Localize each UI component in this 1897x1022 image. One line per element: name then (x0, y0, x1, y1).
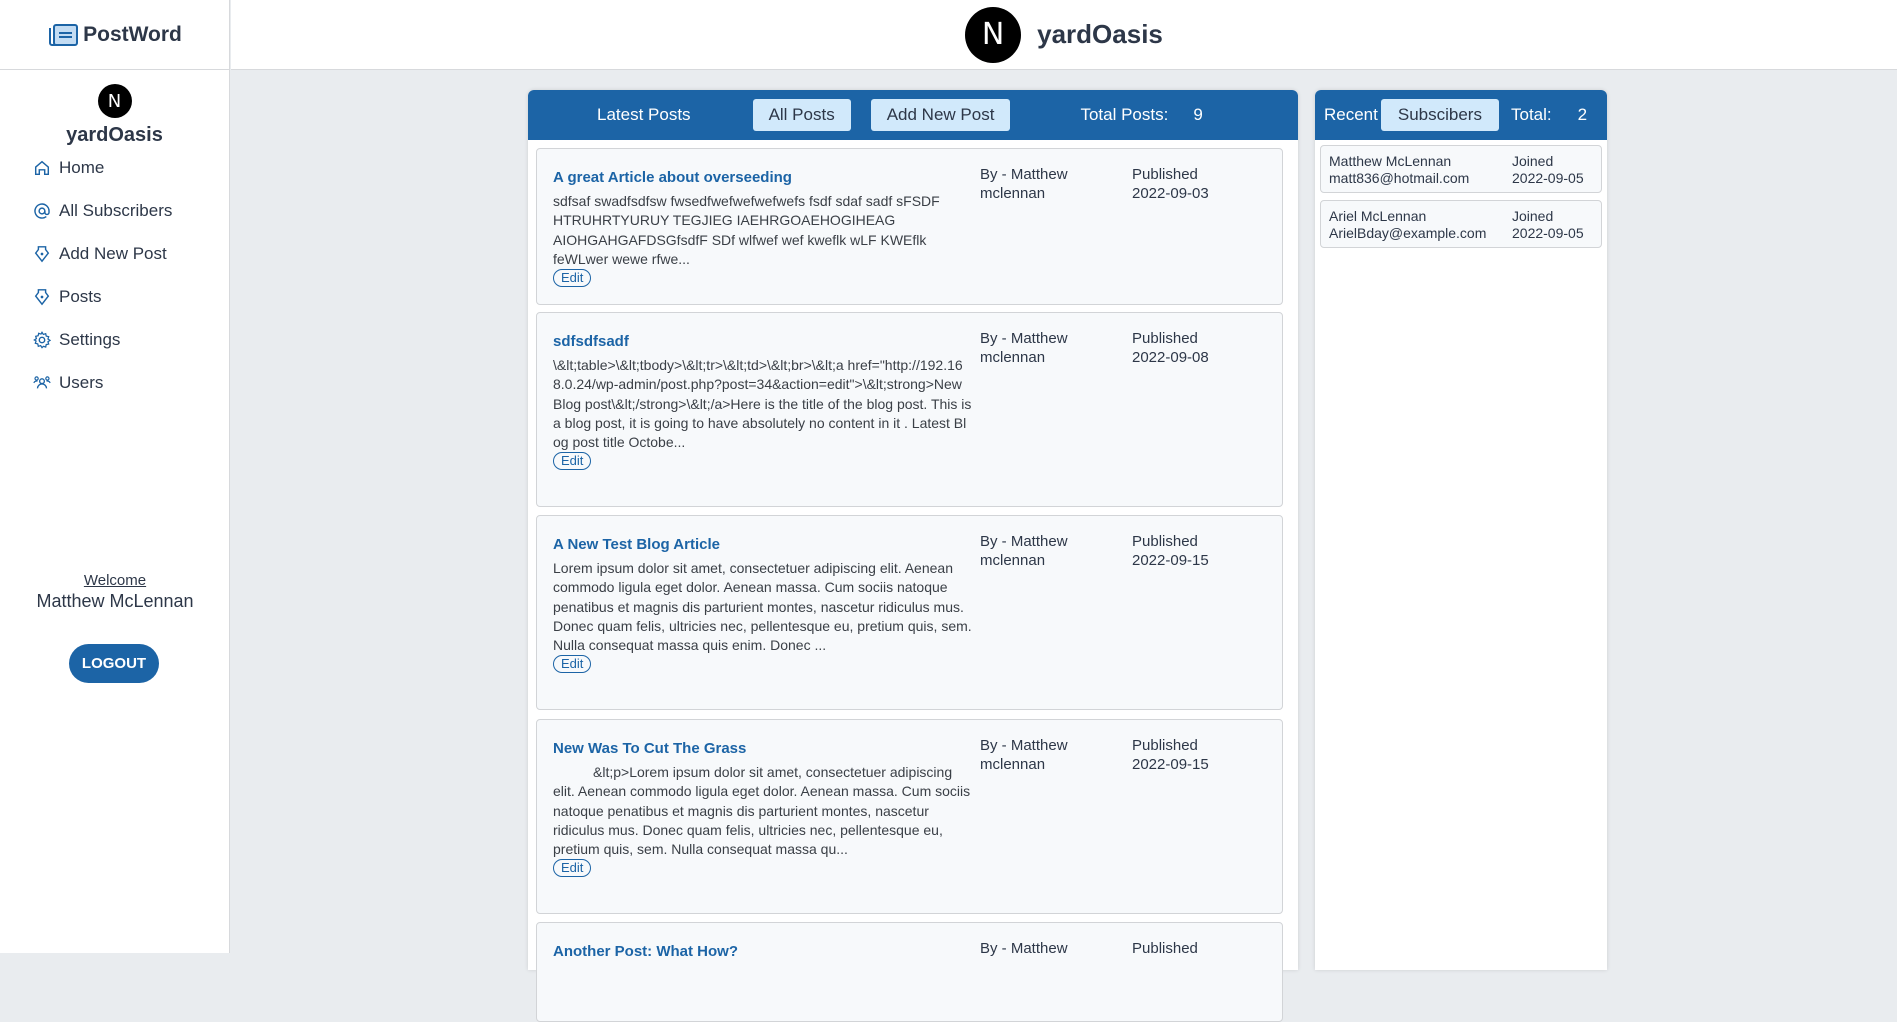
sidebar-item-label: Settings (59, 329, 121, 349)
site-title: yardOasis (1037, 19, 1163, 49)
author-line: By - Matthew (980, 940, 1068, 957)
published-date: 2022-09-15 (1132, 552, 1209, 569)
sidebar-item-users[interactable]: Users (0, 354, 229, 411)
subs-total-label: Total: (1510, 105, 1552, 124)
author-line: By - Matthew (980, 737, 1068, 754)
post-excerpt: sdfsaf swadfsdfsw fwsedfwefwefwefwefs fs… (553, 193, 940, 267)
post-card: A great Article about overseeding sdfsaf… (536, 148, 1283, 305)
published-label: Published (1132, 166, 1198, 183)
joined-date: 2022-09-05 (1512, 225, 1584, 241)
recent-label: Recent (1324, 105, 1378, 124)
all-posts-button[interactable]: All Posts (752, 99, 851, 131)
at-icon (34, 202, 50, 219)
post-author: By - Matthew mclennan (980, 736, 1090, 774)
post-published: Published 2022-09-15 (1132, 532, 1209, 570)
gear-icon (33, 330, 51, 349)
post-excerpt: Lorem ipsum dolor sit amet, consectetuer… (553, 560, 972, 654)
post-author: By - Matthew (980, 939, 1090, 958)
sidebar-item-label: Home (59, 157, 105, 177)
post-title[interactable]: New Was To Cut The Grass (553, 740, 973, 757)
logout-button[interactable]: LOGOUT (69, 644, 159, 683)
edit-button[interactable]: Edit (553, 655, 592, 674)
site-logo: N (97, 84, 132, 118)
author-line: By - Matthew (980, 166, 1068, 183)
post-author: By - Matthew mclennan (980, 532, 1090, 570)
post-card: New Was To Cut The Grass &lt;p>Lorem ips… (536, 719, 1283, 914)
post-title[interactable]: A great Article about overseeding (553, 169, 973, 186)
latest-posts-panel: Latest Posts All Posts Add New Post Tota… (528, 90, 1298, 1022)
subscriber-email: matt836@hotmail.com (1329, 170, 1470, 186)
site-logo: N (965, 6, 1022, 63)
subs-panel-header: Recent Subscibers Total: 2 (1315, 90, 1607, 140)
post-published: Published 2022-09-08 (1132, 329, 1209, 367)
recent-subscribers-panel: Recent Subscibers Total: 2 Matthew McLen… (1315, 90, 1607, 970)
sidebar-item-label: Users (59, 372, 104, 392)
sidebar-item-label: Posts (59, 286, 102, 306)
logo-letter: N (981, 17, 1005, 52)
sidebar: PostWord N yardOasis Home All Subscriber… (0, 0, 230, 953)
brand-logo[interactable]: PostWord (0, 0, 229, 70)
post-published: Published (1132, 939, 1198, 958)
post-card: A New Test Blog Article Lorem ipsum dolo… (536, 515, 1283, 710)
sidebar-nav: Home All Subscribers Add New Post Posts … (0, 139, 229, 411)
post-excerpt: \&lt;table>\&lt;tbody>\&lt;tr>\&lt;td>\&… (553, 357, 972, 451)
published-date: 2022-09-15 (1132, 756, 1209, 773)
total-posts-value: 9 (1193, 105, 1203, 124)
author-line: By - Matthew (980, 533, 1068, 550)
post-author: By - Matthew mclennan (980, 329, 1090, 367)
subscriber-item[interactable]: Matthew McLennan matt836@hotmail.com Join… (1320, 145, 1602, 193)
edit-button[interactable]: Edit (553, 452, 592, 471)
latest-posts-heading: Latest Posts (597, 105, 691, 124)
top-header: N yardOasis (231, 0, 1897, 70)
post-published: Published 2022-09-03 (1132, 165, 1209, 203)
edit-button[interactable]: Edit (553, 269, 592, 288)
post-title[interactable]: A New Test Blog Article (553, 536, 973, 553)
sidebar-item-label: Add New Post (59, 243, 167, 263)
subs-total-value: 2 (1577, 105, 1588, 124)
subscriber-email: ArielBday@example.com (1329, 225, 1487, 241)
post-author: By - Matthew mclennan (980, 165, 1090, 203)
home-icon (34, 160, 50, 175)
author-line: By - Matthew (980, 330, 1068, 347)
post-excerpt: &lt;p>Lorem ipsum dolor sit amet, consec… (553, 764, 971, 858)
subscribers-button[interactable]: Subscibers (1380, 99, 1499, 131)
add-new-post-button[interactable]: Add New Post (870, 99, 1011, 131)
edit-button[interactable]: Edit (553, 859, 592, 878)
subscriber-name: Ariel McLennan (1329, 208, 1427, 224)
published-label: Published (1132, 940, 1198, 957)
published-label: Published (1132, 533, 1198, 550)
author-line: mclennan (980, 756, 1046, 773)
user-name: Matthew McLennan (36, 591, 194, 611)
users-icon (33, 375, 51, 389)
joined-date: 2022-09-05 (1512, 170, 1584, 186)
brand-name: PostWord (83, 22, 182, 46)
post-card: Another Post: What How? By - Matthew Pub… (536, 922, 1283, 1022)
published-date: 2022-09-08 (1132, 349, 1209, 366)
published-label: Published (1132, 737, 1198, 754)
sidebar-item-label: All Subscribers (59, 200, 173, 220)
author-line: mclennan (980, 552, 1046, 569)
subscriber-item[interactable]: Ariel McLennan ArielBday@example.com Join… (1320, 200, 1602, 248)
posts-panel-header: Latest Posts All Posts Add New Post Tota… (528, 90, 1298, 140)
post-published: Published 2022-09-15 (1132, 736, 1209, 774)
post-title[interactable]: Another Post: What How? (553, 943, 973, 960)
pen-icon (34, 288, 50, 305)
logo-letter: N (107, 90, 122, 112)
subscriber-name: Matthew McLennan (1329, 153, 1452, 169)
post-title[interactable]: sdfsdfsadf (553, 333, 973, 350)
joined-label: Joined (1512, 208, 1554, 224)
author-line: mclennan (980, 185, 1046, 202)
welcome-block: Welcome Matthew McLennan (0, 572, 230, 612)
total-posts-label: Total Posts: (1080, 105, 1169, 124)
pen-icon (34, 245, 50, 262)
welcome-label[interactable]: Welcome (0, 572, 230, 589)
author-line: mclennan (980, 349, 1046, 366)
newspaper-icon (49, 23, 79, 46)
published-label: Published (1132, 330, 1198, 347)
post-card: sdfsdfsadf \&lt;table>\&lt;tbody>\&lt;tr… (536, 312, 1283, 507)
published-date: 2022-09-03 (1132, 185, 1209, 202)
joined-label: Joined (1512, 153, 1554, 169)
